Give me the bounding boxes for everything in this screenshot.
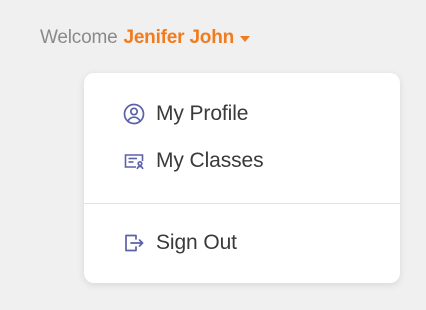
menu-item-sign-out[interactable]: Sign Out (122, 228, 237, 258)
user-menu-toggle[interactable]: Jenifer John (123, 27, 251, 49)
caret-down-icon (240, 35, 251, 42)
welcome-header: Welcome Jenifer John (40, 23, 251, 53)
user-name: Jenifer John (123, 27, 235, 48)
menu-item-label: My Classes (156, 149, 264, 172)
sign-out-icon (122, 231, 146, 255)
classes-card-icon (122, 149, 146, 173)
welcome-text: Welcome (40, 27, 118, 48)
menu-divider (84, 203, 400, 204)
menu-item-label: My Profile (156, 102, 249, 125)
menu-item-my-classes[interactable]: My Classes (122, 146, 264, 176)
menu-item-label: Sign Out (156, 231, 237, 254)
menu-item-my-profile[interactable]: My Profile (122, 99, 248, 129)
user-circle-icon (122, 102, 146, 126)
user-dropdown-menu: My Profile My Classes Sign Out (84, 73, 400, 283)
